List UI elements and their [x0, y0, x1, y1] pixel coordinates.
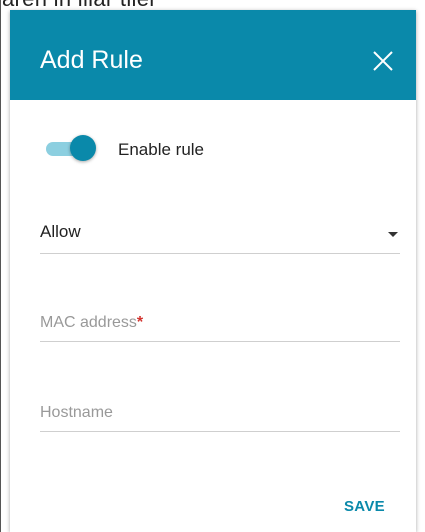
required-marker: *: [136, 314, 144, 331]
action-select[interactable]: Allow: [40, 208, 400, 254]
caret-down-icon: [388, 232, 398, 237]
field-underline: [40, 341, 400, 342]
field-underline: [40, 253, 400, 254]
dialog-title: Add Rule: [40, 46, 143, 74]
field-underline: [40, 431, 400, 432]
toggle-knob: [70, 135, 96, 161]
add-rule-dialog: Add Rule Enable rule Allow MAC address* …: [10, 10, 416, 532]
mac-address-field[interactable]: MAC address*: [40, 300, 400, 342]
mac-address-placeholder: MAC address*: [40, 314, 143, 332]
close-icon[interactable]: [368, 46, 398, 76]
enable-rule-label: Enable rule: [118, 140, 205, 159]
hostname-placeholder: Hostname: [40, 404, 113, 421]
dialog-header: Add Rule: [10, 10, 416, 100]
save-button[interactable]: SAVE: [344, 498, 385, 515]
background-border: [0, 0, 1, 532]
hostname-field[interactable]: Hostname: [40, 390, 400, 432]
action-select-value: Allow: [40, 222, 81, 241]
enable-rule-toggle[interactable]: [46, 135, 102, 163]
mac-address-placeholder-text: MAC address: [40, 314, 137, 331]
